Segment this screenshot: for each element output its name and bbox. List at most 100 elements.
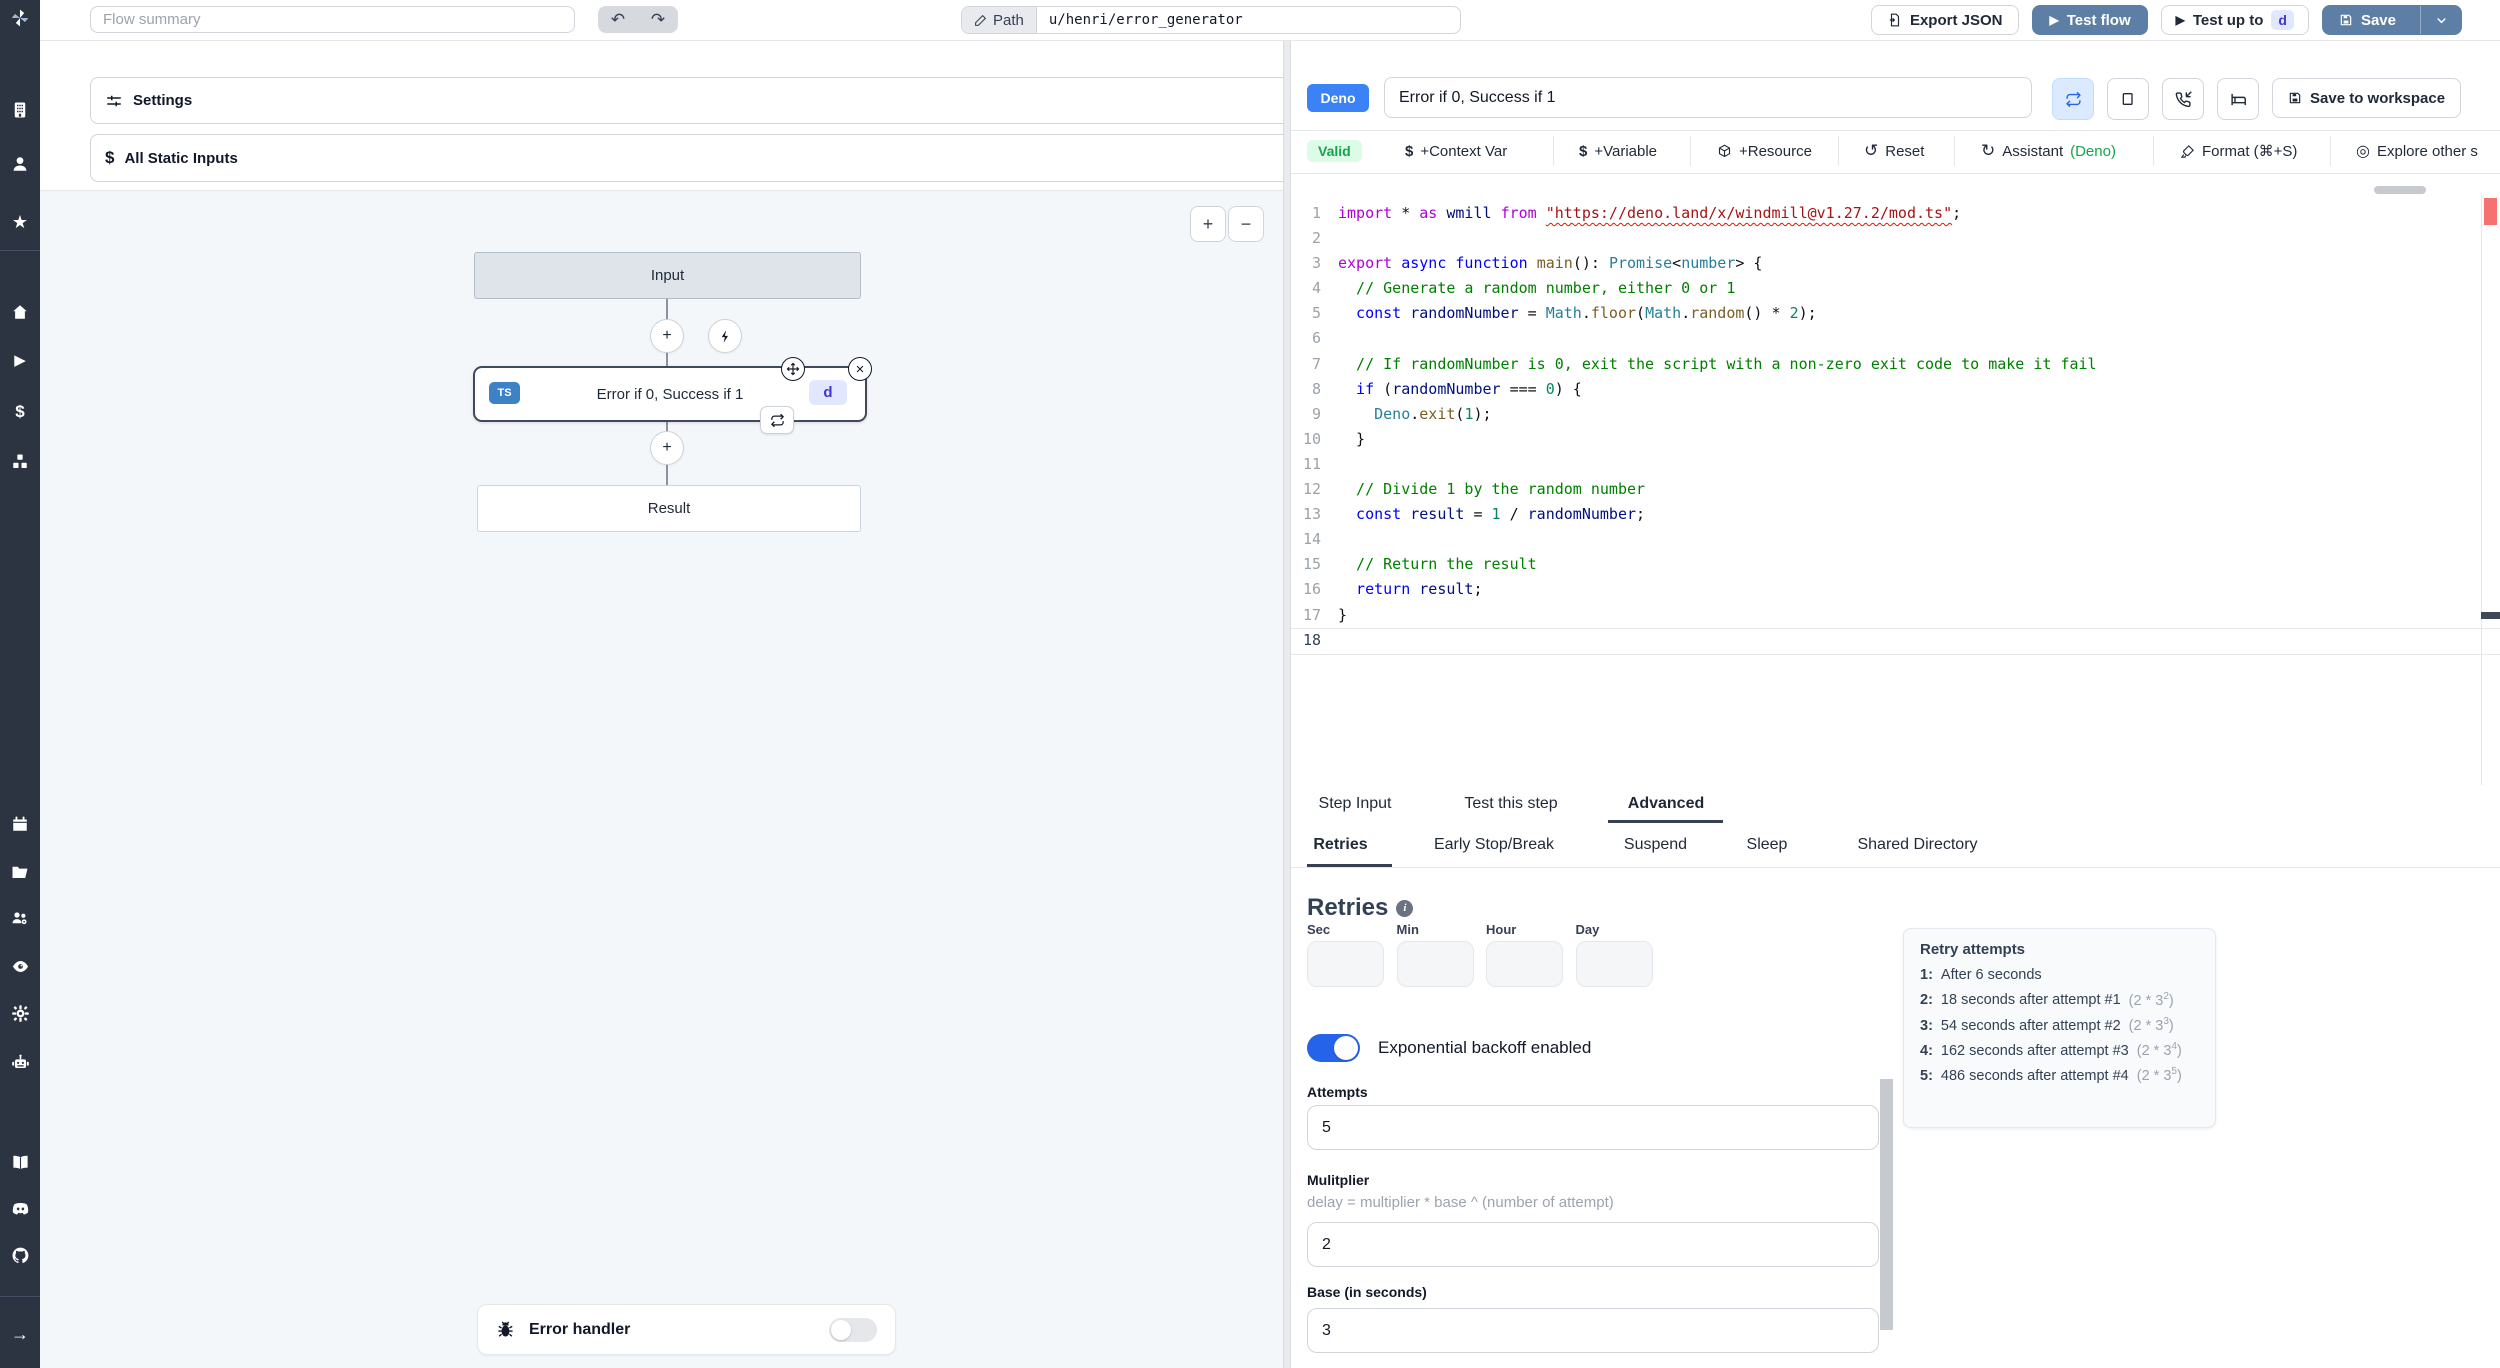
workspace-icon[interactable] — [10, 100, 30, 120]
time-field-input[interactable] — [1307, 941, 1384, 987]
test-flow-button[interactable]: ▶ Test flow — [2032, 5, 2148, 35]
subtab-shared-directory[interactable]: Shared Directory — [1838, 823, 1997, 867]
step-node-selected[interactable]: Error if 0, Success if 1 — [473, 366, 867, 422]
path-widget[interactable]: Path u/henri/error_generator — [961, 6, 1461, 34]
error-handler-toggle[interactable] — [829, 1317, 877, 1342]
favorites-star-icon[interactable]: ★ — [10, 212, 30, 232]
github-icon[interactable] — [10, 1245, 30, 1265]
panel-divider[interactable] — [1283, 41, 1291, 1368]
multiplier-input[interactable] — [1307, 1222, 1879, 1267]
discord-icon[interactable] — [10, 1198, 30, 1218]
code-line[interactable]: 6 — [1291, 326, 2500, 351]
retries-shortcut-button[interactable] — [2052, 78, 2094, 120]
time-field-input[interactable] — [1575, 941, 1653, 987]
code-line[interactable]: 12 // Divide 1 by the random number — [1291, 477, 2500, 502]
save-button[interactable]: Save — [2323, 6, 2412, 34]
result-node[interactable]: Result — [477, 485, 861, 532]
code-line[interactable]: 8 if (randomNumber === 0) { — [1291, 377, 2500, 402]
undo-button[interactable]: ↶ — [598, 10, 638, 30]
code-line[interactable]: 13 const result = 1 / randomNumber; — [1291, 502, 2500, 527]
error-handler-card[interactable]: Error handler — [477, 1304, 896, 1355]
redo-button[interactable]: ↷ — [638, 10, 678, 30]
flow-settings-card[interactable]: Settings — [90, 77, 1300, 124]
code-line[interactable]: 11 — [1291, 452, 2500, 477]
code-line[interactable]: 5 const randomNumber = Math.floor(Math.r… — [1291, 301, 2500, 326]
code-line[interactable]: 17} — [1291, 603, 2500, 628]
sleep-shortcut-button[interactable] — [2217, 78, 2259, 120]
format-button[interactable]: Format (⌘+S) — [2180, 131, 2297, 171]
code-line[interactable]: 16 return result; — [1291, 577, 2500, 602]
time-field-hour: Hour — [1486, 922, 1563, 987]
exponential-backoff-toggle[interactable] — [1307, 1034, 1360, 1062]
expand-sidebar-arrow-icon[interactable]: → — [10, 1324, 30, 1344]
workers-robot-icon[interactable] — [10, 1052, 30, 1072]
time-field-input[interactable] — [1396, 941, 1474, 987]
retries-indicator-button[interactable] — [760, 406, 794, 434]
windmill-logo-icon[interactable] — [10, 8, 30, 28]
docs-book-icon[interactable] — [10, 1152, 30, 1172]
subtab-retries[interactable]: Retries — [1307, 823, 1374, 867]
attempts-input[interactable] — [1307, 1105, 1879, 1150]
subtab-sleep[interactable]: Sleep — [1742, 823, 1792, 867]
audit-eye-icon[interactable] — [10, 956, 30, 976]
reset-button[interactable]: ↺ Reset — [1864, 131, 1924, 171]
repeat-icon — [2065, 91, 2081, 107]
zoom-in-button[interactable]: + — [1190, 206, 1226, 242]
export-json-button[interactable]: Export JSON — [1870, 5, 2020, 35]
path-value[interactable]: u/henri/error_generator — [1037, 7, 1255, 33]
step-id-badge[interactable]: d — [809, 380, 847, 405]
code-line[interactable]: 9 Deno.exit(1); — [1291, 402, 2500, 427]
test-up-to-button[interactable]: ▶ Test up to d — [2160, 5, 2309, 35]
info-icon[interactable]: i — [1396, 899, 1414, 917]
groups-icon[interactable] — [10, 908, 30, 928]
subtab-early-stop[interactable]: Early Stop/Break — [1418, 823, 1570, 867]
code-line[interactable]: 3 export async function main(): Promise<n… — [1291, 251, 2500, 276]
folders-icon[interactable] — [10, 862, 30, 882]
all-static-inputs-card[interactable]: $ All Static Inputs — [90, 134, 1300, 182]
resources-cubes-icon[interactable] — [10, 452, 30, 472]
panel-vscrollbar[interactable] — [1880, 1079, 1893, 1330]
code-line[interactable]: 4 // Generate a random number, either 0 … — [1291, 276, 2500, 301]
flow-canvas[interactable]: + − Input + Error if 0, Success if 1 TS … — [40, 190, 1283, 1368]
save-to-workspace-button[interactable]: Save to workspace — [2272, 78, 2462, 118]
backoff-label: Exponential backoff enabled — [1378, 1038, 1592, 1057]
base-input[interactable] — [1307, 1308, 1879, 1353]
code-line[interactable]: 14 — [1291, 527, 2500, 552]
subtab-suspend[interactable]: Suspend — [1616, 823, 1695, 867]
time-field-input[interactable] — [1486, 941, 1563, 987]
tab-test-this-step[interactable]: Test this step — [1446, 785, 1576, 823]
home-icon[interactable] — [10, 302, 30, 322]
schedules-calendar-icon[interactable] — [10, 814, 30, 834]
tab-step-input[interactable]: Step Input — [1307, 785, 1403, 823]
code-editor[interactable]: 1 import * as wmill from "https://deno.la… — [1291, 195, 2500, 791]
settings-gear-icon[interactable] — [10, 1003, 30, 1023]
tab-advanced[interactable]: Advanced — [1619, 785, 1713, 823]
code-line[interactable]: 18 — [1291, 627, 2500, 655]
code-line[interactable]: 15 // Return the result — [1291, 552, 2500, 577]
code-line[interactable]: 2 — [1291, 226, 2500, 251]
assistant-button[interactable]: ↻ Assistant (Deno) — [1981, 131, 2116, 171]
suspend-shortcut-button[interactable] — [2162, 78, 2204, 120]
step-title-input[interactable] — [1384, 77, 2032, 118]
add-variable-button[interactable]: $ +Variable — [1579, 131, 1657, 171]
flow-summary-input[interactable] — [90, 6, 575, 33]
add-context-var-button[interactable]: $ +Context Var — [1405, 131, 1507, 171]
runs-play-icon[interactable]: ▶ — [10, 350, 30, 370]
variables-icon[interactable]: $ — [10, 402, 30, 422]
code-line[interactable]: 7 // If randomNumber is 0, exit the scri… — [1291, 352, 2500, 377]
zoom-out-button[interactable]: − — [1228, 206, 1264, 242]
insert-step-button[interactable]: + — [650, 319, 684, 353]
toolbar-hscrollbar[interactable] — [2374, 186, 2426, 194]
move-step-button[interactable] — [781, 357, 805, 381]
save-dropdown-button[interactable] — [2420, 6, 2461, 34]
delete-step-button[interactable]: × — [848, 357, 872, 381]
insert-step-button[interactable]: + — [650, 431, 684, 465]
user-icon[interactable] — [10, 154, 30, 174]
early-stop-shortcut-button[interactable] — [2107, 78, 2149, 120]
code-line[interactable]: 10 } — [1291, 427, 2500, 452]
explore-scripts-button[interactable]: ◎ Explore other s — [2356, 131, 2478, 171]
trigger-bolt-button[interactable] — [708, 319, 742, 353]
input-node[interactable]: Input — [474, 252, 861, 299]
code-line[interactable]: 1 import * as wmill from "https://deno.la… — [1291, 201, 2500, 226]
add-resource-button[interactable]: +Resource — [1717, 131, 1812, 171]
